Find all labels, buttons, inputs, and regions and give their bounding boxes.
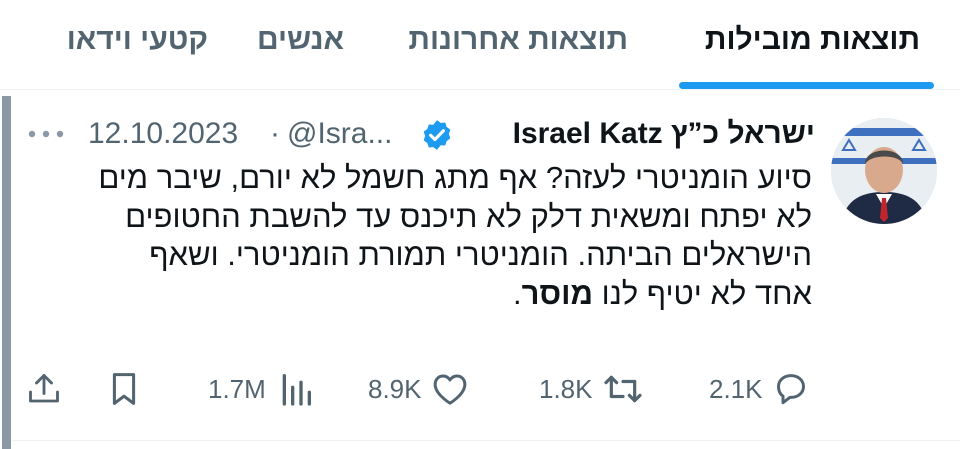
- tweet-text-line: סיוע הומניטרי לעזה? אף מתג חשמל לא יורם,…: [98, 160, 812, 195]
- views-button[interactable]: 1.7M: [202, 366, 314, 412]
- search-tabs: תוצאות מובילות תוצאות אחרונות אנשים קטעי…: [0, 0, 960, 90]
- verified-badge-icon: [420, 118, 454, 152]
- separator-dot: ·: [270, 117, 280, 150]
- tab-videos[interactable]: קטעי וידאו: [67, 18, 208, 62]
- author-handle[interactable]: @Isra...: [287, 114, 392, 154]
- tweet-text-segment: אחד לא יטיף לנו: [593, 275, 812, 311]
- author-name[interactable]: ישראל כ”ץ Israel Katz: [513, 114, 815, 154]
- avatar[interactable]: [831, 118, 937, 224]
- tab-latest[interactable]: תוצאות אחרונות: [408, 18, 628, 62]
- reply-button[interactable]: 2.1K: [703, 366, 811, 412]
- reply-count: 2.1K: [709, 373, 763, 404]
- tweet-actions: 2.1K 1.8K 8.9K 1.7M: [0, 366, 960, 416]
- retweet-icon: [603, 375, 642, 403]
- active-tab-indicator: [679, 82, 934, 89]
- views-count: 1.7M: [208, 373, 266, 404]
- tweet-divider: [12, 440, 960, 441]
- tweet-text-line: אחד לא יטיף לנו מוסר.: [42, 275, 812, 314]
- tweet-date[interactable]: 12.10.2023: [88, 114, 238, 154]
- tab-people[interactable]: אנשים: [257, 18, 344, 62]
- retweet-button[interactable]: 1.8K: [533, 366, 645, 412]
- share-icon: [29, 374, 59, 403]
- share-button[interactable]: [26, 366, 62, 412]
- retweet-count: 1.8K: [539, 373, 593, 404]
- tab-top[interactable]: תוצאות מובילות: [705, 18, 920, 62]
- tweet-text-end: .: [513, 275, 522, 311]
- tweet-text-bold: מוסר: [521, 275, 594, 311]
- tweet-text: סיוע הומניטרי לעזה? אף מתג חשמל לא יורם,…: [42, 159, 812, 313]
- views-bar-chart-icon: [282, 374, 311, 406]
- like-count: 8.9K: [368, 373, 422, 404]
- tabs-divider: [0, 89, 960, 90]
- heart-icon: [433, 374, 466, 405]
- tweet-text-line: לא יפתח ומשאית דלק לא תיכנס עד להשבת החט…: [125, 198, 812, 234]
- like-button[interactable]: 8.9K: [362, 366, 470, 412]
- bookmark-icon: [112, 373, 136, 405]
- more-dots-icon[interactable]: [26, 121, 66, 147]
- tweet-text-line: הישראלים הביתה. הומניטרי תמורת הומניטרי.…: [149, 237, 812, 272]
- reply-icon: [776, 374, 805, 405]
- bookmark-button[interactable]: [108, 366, 140, 412]
